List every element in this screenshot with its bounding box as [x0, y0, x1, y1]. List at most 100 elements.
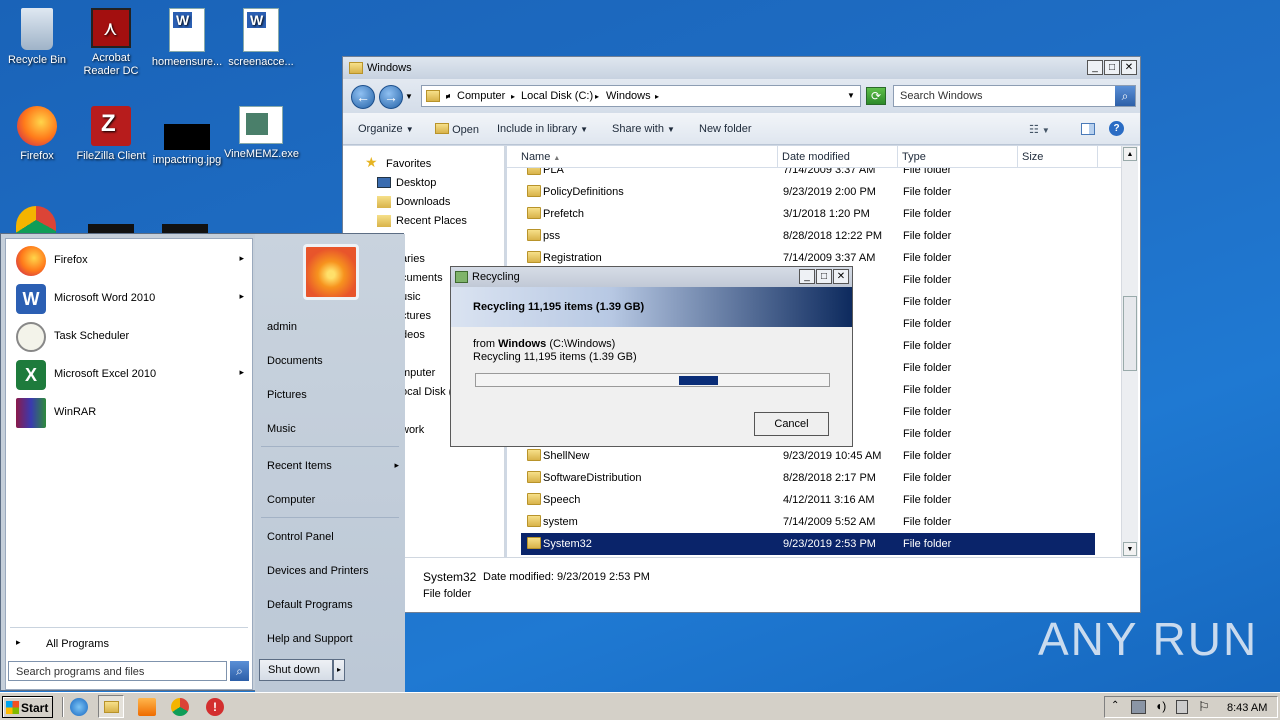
all-programs-button[interactable]: ▸ All Programs [10, 633, 248, 655]
nav-computer[interactable]: mputer [401, 367, 435, 379]
link-recent-items[interactable]: Recent Items ▸ [261, 451, 401, 481]
nav-favorites[interactable]: Favorites [386, 158, 431, 170]
search-icon[interactable]: ⌕ [1115, 86, 1135, 106]
user-avatar[interactable] [303, 244, 359, 300]
scroll-down-arrow-icon[interactable]: ▼ [1123, 542, 1137, 556]
breadcrumb-windows[interactable]: Windows [606, 90, 651, 102]
table-row[interactable]: Speech 4/12/2011 3:16 AM File folder [521, 489, 1095, 511]
column-divider[interactable] [897, 146, 898, 168]
nav-downloads[interactable]: Downloads [396, 196, 450, 208]
volume-tray-icon[interactable]: ◖) [1155, 699, 1166, 713]
close-button[interactable]: ✕ [1121, 60, 1137, 75]
back-button[interactable]: ← [351, 85, 375, 109]
link-help-support[interactable]: Help and Support [261, 624, 401, 654]
media-player-icon[interactable] [138, 698, 156, 716]
forward-button[interactable]: → [379, 85, 403, 109]
view-options-icon[interactable]: ☷ ▼ [1029, 123, 1050, 136]
nav-pictures[interactable]: ctures [401, 310, 431, 322]
desktop-icon-firefox[interactable]: Firefox [0, 106, 74, 163]
link-pictures[interactable]: Pictures [261, 380, 401, 410]
chrome-icon[interactable] [171, 698, 189, 716]
shutdown-options-button[interactable]: ▸ [333, 659, 345, 681]
scroll-up-arrow-icon[interactable]: ▲ [1123, 147, 1137, 161]
column-name[interactable]: Name ▲ [521, 151, 560, 163]
program-winrar[interactable]: WinRAR [10, 395, 250, 431]
preview-pane-icon[interactable] [1081, 123, 1095, 135]
new-folder-button[interactable]: New folder [699, 123, 752, 135]
organize-button[interactable]: Organize ▼ [358, 123, 414, 135]
start-search-input[interactable]: Search programs and files [8, 661, 227, 681]
nav-documents[interactable]: cuments [401, 272, 443, 284]
help-icon[interactable]: ? [1109, 121, 1124, 136]
explorer-title-bar[interactable]: Windows _ □ ✕ [343, 57, 1140, 79]
link-user[interactable]: admin [261, 312, 401, 342]
program-word[interactable]: W Microsoft Word 2010 ▸ [10, 281, 250, 317]
link-devices-printers[interactable]: Devices and Printers [261, 556, 401, 586]
open-button[interactable]: Open [435, 123, 479, 136]
nav-recent-places[interactable]: Recent Places [396, 215, 467, 227]
desktop-icon-acrobat[interactable]: ⋏ Acrobat Reader DC [74, 8, 148, 78]
column-date-modified[interactable]: Date modified [782, 151, 850, 163]
desktop-icon-homeensure[interactable]: W homeensure... [150, 8, 224, 69]
search-icon[interactable]: ⌕ [230, 661, 249, 681]
desktop-icon-screenacce[interactable]: W screenacce... [224, 8, 298, 69]
program-task-scheduler[interactable]: Task Scheduler [10, 319, 250, 355]
chevron-down-icon[interactable]: ▼ [405, 92, 413, 101]
desktop-icon-impactring[interactable]: impactring.jpg [150, 106, 224, 167]
desktop-icon-partial[interactable] [162, 224, 208, 233]
table-row[interactable]: ShellNew 9/23/2019 10:45 AM File folder [521, 445, 1095, 467]
show-hidden-icons-icon[interactable]: ⌃ [1111, 700, 1119, 711]
scroll-thumb[interactable] [1123, 296, 1137, 371]
dialog-close-button[interactable]: ✕ [833, 269, 849, 284]
link-control-panel[interactable]: Control Panel [261, 522, 401, 552]
share-with-button[interactable]: Share with ▼ [612, 123, 675, 135]
table-row[interactable]: Prefetch 3/1/2018 1:20 PM File folder [521, 203, 1095, 225]
column-divider[interactable] [1017, 146, 1018, 168]
link-default-programs[interactable]: Default Programs [261, 590, 401, 620]
explorer-taskbar-button[interactable] [98, 695, 124, 718]
column-size[interactable]: Size [1022, 151, 1043, 163]
column-divider[interactable] [777, 146, 778, 168]
chrome-desktop-icon[interactable] [16, 206, 56, 234]
include-in-library-button[interactable]: Include in library ▼ [497, 123, 588, 135]
clock[interactable]: 8:43 AM [1227, 702, 1267, 714]
nav-desktop[interactable]: Desktop [396, 177, 436, 189]
column-divider[interactable] [1097, 146, 1098, 168]
table-row[interactable]: System32 9/23/2019 2:53 PM File folder [521, 533, 1095, 555]
breadcrumb-arrow-icon[interactable]: ▸ [595, 92, 599, 101]
shutdown-button[interactable]: Shut down [259, 659, 333, 681]
link-documents[interactable]: Documents [261, 346, 401, 376]
table-row[interactable]: PLA 7/14/2009 3:37 AM File folder [521, 168, 1095, 181]
refresh-button[interactable]: ⟳ [866, 87, 886, 105]
blocked-app-icon[interactable]: ! [206, 698, 224, 716]
minimize-button[interactable]: _ [1087, 60, 1103, 75]
desktop-icon-partial[interactable] [88, 224, 134, 233]
program-firefox[interactable]: Firefox ▸ [10, 243, 250, 279]
breadcrumb-arrow-icon[interactable]: ▸ [446, 92, 450, 101]
dialog-title-bar[interactable]: Recycling _ □ ✕ [451, 267, 852, 287]
maximize-button[interactable]: □ [1104, 60, 1120, 75]
table-row[interactable]: pss 8/28/2018 12:22 PM File folder [521, 225, 1095, 247]
desktop-icon-filezilla[interactable]: Z FileZilla Client [74, 106, 148, 163]
vertical-scrollbar[interactable]: ▲ ▼ [1121, 146, 1138, 557]
dialog-minimize-button[interactable]: _ [799, 269, 815, 284]
address-bar[interactable]: ◂ ▸ Computer ▸ Local Disk (C:) ▸ Windows… [421, 85, 861, 107]
breadcrumb-arrow-icon[interactable]: ▸ [511, 92, 515, 101]
dialog-maximize-button[interactable]: □ [816, 269, 832, 284]
breadcrumb-computer[interactable]: Computer [457, 90, 505, 102]
link-music[interactable]: Music [261, 414, 401, 444]
nav-local-disk[interactable]: ocal Disk ( [401, 386, 452, 398]
breadcrumb-arrow-icon[interactable]: ▸ [655, 92, 659, 101]
desktop-icon-vinememz[interactable]: VineMEMZ.exe [224, 106, 299, 161]
recycling-dialog[interactable]: Recycling _ □ ✕ Recycling 11,195 items (… [450, 266, 853, 447]
breadcrumb-local-disk[interactable]: Local Disk (C:) [521, 90, 593, 102]
table-row[interactable]: SoftwareDistribution 8/28/2018 2:17 PM Fil… [521, 467, 1095, 489]
start-button[interactable]: Start [2, 696, 53, 718]
network-tray-icon[interactable] [1131, 700, 1146, 714]
desktop-icon-recycle-bin[interactable]: Recycle Bin [0, 8, 74, 67]
search-input[interactable]: Search Windows ⌕ [893, 85, 1136, 107]
column-type[interactable]: Type [902, 151, 926, 163]
cancel-button[interactable]: Cancel [754, 412, 829, 436]
address-dropdown-icon[interactable]: ▼ [847, 91, 855, 100]
program-excel[interactable]: X Microsoft Excel 2010 ▸ [10, 357, 250, 393]
